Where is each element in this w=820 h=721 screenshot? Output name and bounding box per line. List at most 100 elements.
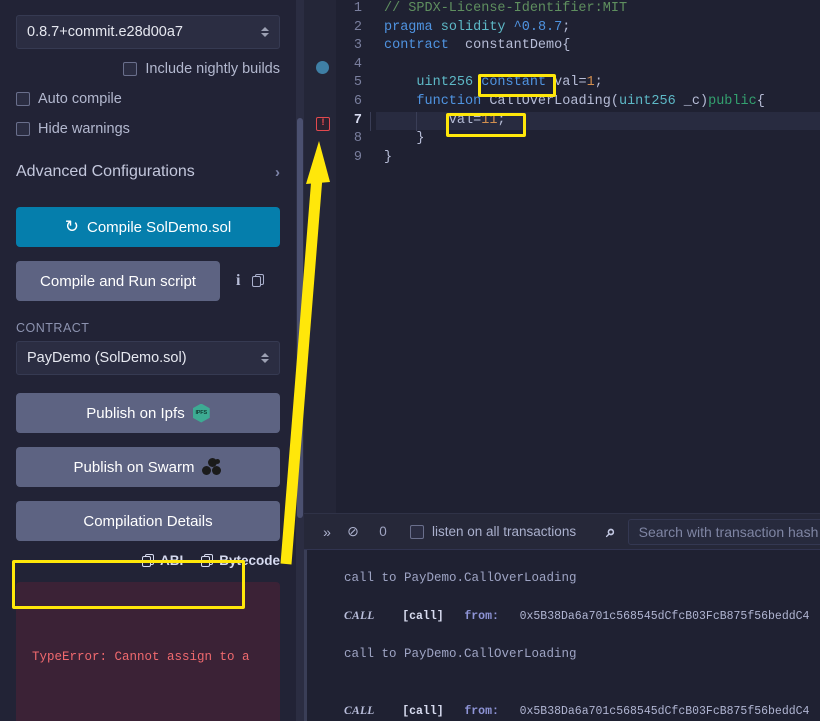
- abi-label: ABI: [159, 553, 184, 568]
- compiler-version-value: 0.8.7+commit.e28d00a7: [27, 24, 183, 40]
- chevron-updown-icon[interactable]: [261, 353, 269, 363]
- run-script-icons: i: [220, 272, 265, 290]
- advanced-configurations-toggle[interactable]: Advanced Configurations ›: [16, 163, 280, 181]
- compiler-error-panel[interactable]: TypeError: Cannot assign to a constant v…: [16, 582, 280, 721]
- bytecode-label: Bytecode: [219, 553, 280, 568]
- editor-code-area[interactable]: // SPDX-License-Identifier:MIT pragma sol…: [376, 0, 820, 513]
- nightly-builds-checkbox[interactable]: [123, 62, 138, 76]
- ipfs-icon: IPFS: [192, 403, 210, 423]
- listen-all-transactions-checkbox[interactable]: [410, 524, 424, 539]
- from-address: 0x5B38Da6a701c568545dCfcB03FcB875f56bedd…: [519, 705, 810, 718]
- copy-icon[interactable]: [252, 274, 265, 288]
- code-line[interactable]: // SPDX-License-Identifier:MIT: [376, 0, 820, 19]
- compile-and-run-script-button[interactable]: Compile and Run script: [16, 261, 220, 301]
- editor-scrollbar-track[interactable]: [296, 0, 304, 721]
- chevron-right-icon: ›: [275, 163, 280, 181]
- code-token: 1: [586, 75, 595, 91]
- artifact-copy-row: ABI Bytecode: [16, 553, 280, 568]
- run-script-row: Compile and Run script i: [16, 261, 280, 301]
- clear-console-icon[interactable]: ⊘: [340, 523, 366, 540]
- editor-gutter-markers[interactable]: !: [304, 0, 336, 513]
- breakpoint-icon[interactable]: [316, 61, 329, 74]
- auto-compile-row[interactable]: Auto compile: [16, 91, 280, 107]
- code-token: ^0.8.7: [513, 19, 563, 35]
- code-token: val=: [384, 112, 482, 128]
- code-line[interactable]: [376, 56, 820, 75]
- publish-on-ipfs-label: Publish on Ipfs: [86, 404, 185, 422]
- call-bracket: [call]: [402, 705, 444, 718]
- code-token: uint256: [416, 75, 474, 91]
- terminal-panel: » ⊘ 0 listen on all transactions ⌕ Searc…: [296, 513, 820, 721]
- code-token: 11: [481, 112, 498, 128]
- info-icon[interactable]: i: [236, 272, 240, 290]
- transaction-search-input[interactable]: Search with transaction hash: [627, 518, 820, 545]
- compilation-details-label: Compilation Details: [83, 512, 213, 530]
- listen-all-transactions-row[interactable]: listen on all transactions: [410, 524, 576, 539]
- code-token: {: [756, 93, 765, 109]
- collapse-icon[interactable]: »: [314, 524, 340, 540]
- code-token: public: [708, 93, 757, 109]
- from-label: from:: [464, 705, 499, 718]
- publish-on-ipfs-button[interactable]: Publish on Ipfs IPFS: [16, 393, 280, 433]
- indent-guide: [370, 112, 371, 131]
- editor-line-numbers: 1 2 3 4 5 6 7 8 9: [336, 0, 368, 513]
- call-keyword: CALL: [344, 610, 375, 622]
- line-number: 8: [353, 131, 362, 147]
- editor-and-terminal: ! 1 2 3 4 5 6 7 8 9 // SPDX-License-Iden…: [296, 0, 820, 721]
- contract-select-value: PayDemo (SolDemo.sol): [27, 350, 187, 366]
- auto-compile-checkbox[interactable]: [16, 92, 30, 106]
- hide-warnings-checkbox[interactable]: [16, 122, 30, 136]
- code-token: _c): [675, 93, 709, 109]
- line-number: 3: [353, 38, 362, 54]
- code-line[interactable]: pragma solidity ^0.8.7;: [376, 19, 820, 38]
- code-token: contract: [384, 38, 449, 54]
- code-token: ;: [497, 112, 506, 128]
- hide-warnings-row[interactable]: Hide warnings: [16, 121, 280, 137]
- pending-transactions-count: 0: [379, 524, 387, 539]
- copy-bytecode-button[interactable]: Bytecode: [201, 553, 280, 568]
- error-line: TypeError: Cannot assign to a: [32, 649, 250, 664]
- code-token: }: [384, 149, 393, 165]
- compiler-version-select[interactable]: 0.8.7+commit.e28d00a7: [16, 15, 280, 49]
- compile-button[interactable]: ↻ Compile SolDemo.sol: [16, 207, 280, 247]
- editor-scrollbar-thumb[interactable]: [297, 118, 303, 518]
- terminal-indent-rail: [304, 550, 307, 721]
- compilation-details-button[interactable]: Compilation Details: [16, 501, 280, 541]
- chevron-updown-icon[interactable]: [261, 27, 269, 37]
- nightly-builds-row[interactable]: Include nightly builds: [16, 61, 280, 77]
- copy-abi-button[interactable]: ABI: [141, 553, 184, 568]
- terminal-toolbar: » ⊘ 0 listen on all transactions ⌕ Searc…: [296, 514, 820, 550]
- code-line[interactable]: }: [376, 149, 820, 168]
- listen-all-transactions-label: listen on all transactions: [432, 524, 577, 539]
- code-editor[interactable]: ! 1 2 3 4 5 6 7 8 9 // SPDX-License-Iden…: [296, 0, 820, 513]
- line-number: 9: [353, 149, 362, 165]
- search-icon[interactable]: ⌕: [606, 522, 616, 542]
- code-token: constant: [481, 75, 547, 91]
- remix-ide-window: 0.8.7+commit.e28d00a7 Include nightly bu…: [0, 0, 820, 721]
- advanced-configurations-label: Advanced Configurations: [16, 163, 195, 180]
- publish-on-swarm-button[interactable]: Publish on Swarm: [16, 447, 280, 487]
- code-token: ;: [594, 75, 603, 91]
- code-line[interactable]: uint256 constant val=1;: [376, 74, 820, 93]
- code-line[interactable]: }: [376, 130, 820, 149]
- call-bracket: [call]: [402, 610, 444, 623]
- code-token: constantDemo{: [465, 38, 571, 54]
- publish-on-swarm-label: Publish on Swarm: [73, 458, 195, 476]
- terminal-call-row[interactable]: CALL [call] from: 0x5B38Da6a701c568545dC…: [296, 607, 820, 626]
- contract-section-label: CONTRACT: [16, 321, 90, 335]
- code-line[interactable]: contract constantDemo{: [376, 37, 820, 56]
- code-token: (: [610, 93, 619, 109]
- indent-guide: [416, 112, 417, 131]
- code-token: pragma: [384, 19, 433, 35]
- terminal-output[interactable]: call to PayDemo.CallOverLoading CALL [ca…: [296, 550, 820, 721]
- compile-and-run-script-label: Compile and Run script: [40, 272, 196, 290]
- error-marker-icon[interactable]: !: [316, 117, 330, 131]
- terminal-call-row[interactable]: CALL [call] from: 0x5B38Da6a701c568545dC…: [296, 702, 820, 721]
- code-token: CallOverLoading: [489, 93, 611, 109]
- code-token: val=: [546, 75, 587, 91]
- contract-select[interactable]: PayDemo (SolDemo.sol): [16, 341, 280, 375]
- code-line[interactable]: val=11;: [376, 111, 820, 131]
- code-line[interactable]: function CallOverLoading(uint256 _c)publ…: [376, 93, 820, 112]
